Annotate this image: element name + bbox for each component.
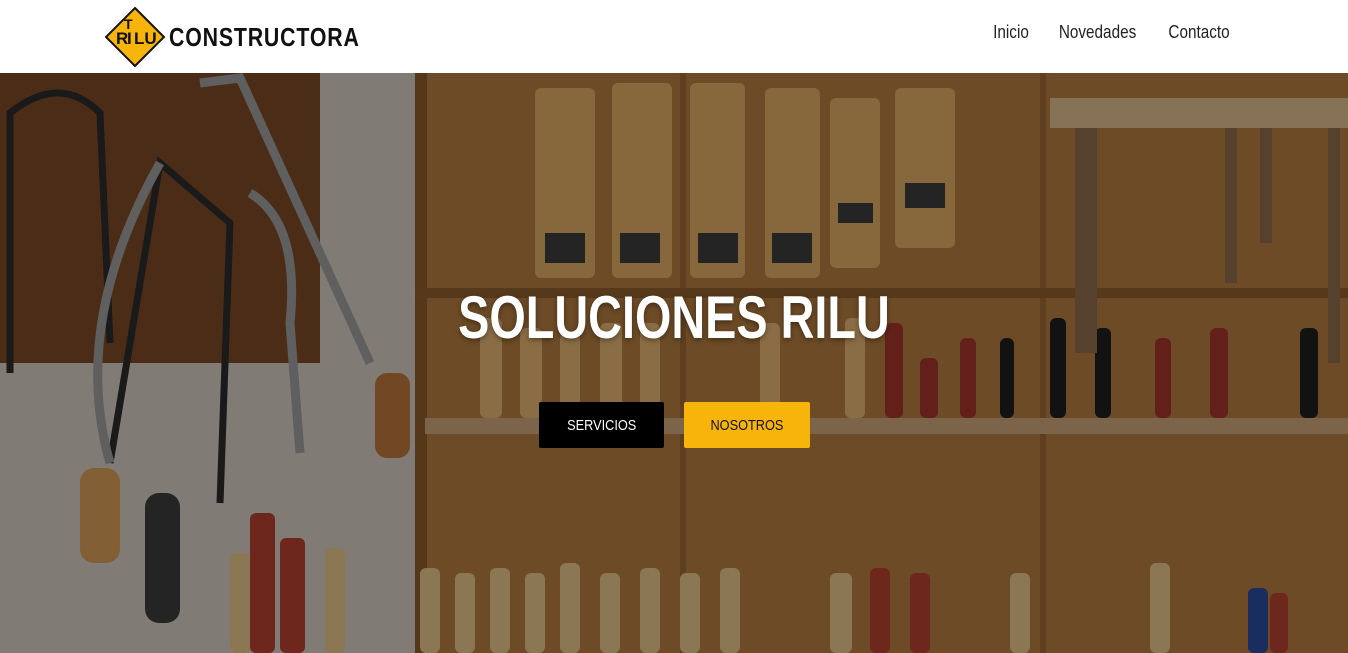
about-button[interactable]: NOSOTROS: [684, 402, 810, 448]
hero-overlay: [0, 73, 1348, 653]
about-button-label: NOSOTROS: [710, 416, 784, 434]
site-header: T R I LU CONSTRUCTORA Inicio Novedades C…: [0, 0, 1348, 73]
brand-name: CONSTRUCTORA: [169, 21, 360, 52]
main-nav: Inicio Novedades Contacto: [980, 22, 1245, 43]
logo-badge-icon: T R I LU: [105, 7, 165, 67]
services-button-label: SERVICIOS: [566, 416, 637, 434]
brand-logo[interactable]: T R I LU CONSTRUCTORA: [105, 7, 402, 67]
svg-text:LU: LU: [134, 29, 157, 48]
svg-text:I: I: [127, 29, 132, 48]
nav-item-inicio[interactable]: Inicio: [984, 22, 1037, 43]
hero-title: SOLUCIONES RILU: [458, 284, 890, 351]
hero-section: SOLUCIONES RILU SERVICIOS NOSOTROS: [0, 73, 1348, 653]
services-button[interactable]: SERVICIOS: [539, 402, 664, 448]
nav-item-novedades[interactable]: Novedades: [1050, 22, 1144, 43]
nav-item-contacto[interactable]: Contacto: [1160, 22, 1238, 43]
